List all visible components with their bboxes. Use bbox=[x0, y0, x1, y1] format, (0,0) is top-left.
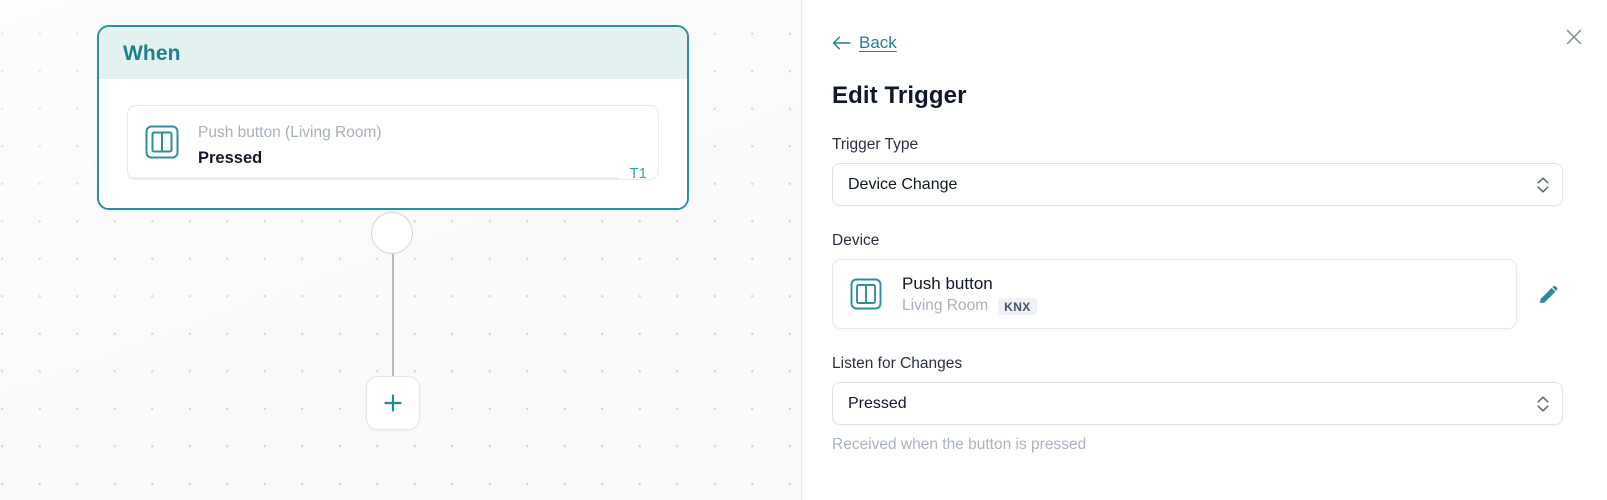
chevron-updown-icon bbox=[1537, 396, 1549, 412]
field-device: Device Push button Living Room KNX bbox=[832, 232, 1563, 330]
trigger-device-text: Push button (Living Room) Pressed bbox=[198, 122, 642, 169]
push-button-icon bbox=[144, 124, 180, 160]
trigger-type-select[interactable]: Device Change bbox=[832, 163, 1563, 206]
trigger-device-subtitle: Push button (Living Room) bbox=[198, 124, 382, 141]
trigger-device-chip[interactable]: Push button (Living Room) Pressed T1 bbox=[127, 105, 659, 183]
trigger-device-state: Pressed bbox=[198, 148, 263, 167]
pencil-icon bbox=[1539, 285, 1557, 303]
trigger-card-title: When bbox=[123, 42, 181, 65]
back-button[interactable]: Back bbox=[832, 33, 897, 53]
listen-help-text: Received when the button is pressed bbox=[832, 436, 1087, 454]
push-button-icon bbox=[849, 277, 883, 311]
device-row-wrapper: Push button Living Room KNX bbox=[832, 259, 1563, 330]
device-room: Living Room bbox=[902, 297, 989, 315]
device-meta: Living Room KNX bbox=[902, 297, 1037, 315]
listen-select[interactable]: Pressed bbox=[832, 382, 1563, 426]
close-panel-button[interactable] bbox=[1559, 22, 1589, 52]
device-row[interactable]: Push button Living Room KNX bbox=[832, 259, 1517, 330]
close-icon bbox=[1566, 29, 1582, 45]
panel-title: Edit Trigger bbox=[832, 82, 967, 109]
trigger-card-header: When bbox=[99, 27, 687, 79]
trigger-card-body: Push button (Living Room) Pressed T1 bbox=[99, 79, 687, 209]
connector-handle[interactable] bbox=[371, 212, 413, 254]
listen-label: Listen for Changes bbox=[832, 355, 963, 373]
back-button-label: Back bbox=[859, 33, 897, 52]
trigger-type-label: Trigger Type bbox=[832, 136, 919, 153]
device-row-text: Push button Living Room KNX bbox=[902, 273, 1037, 315]
edit-device-button[interactable] bbox=[1533, 279, 1563, 309]
trigger-reference-tag: T1 bbox=[629, 165, 647, 183]
edit-trigger-panel: Back Edit Trigger Trigger Type Device Ch… bbox=[801, 0, 1607, 500]
field-trigger-type: Trigger Type Device Change bbox=[832, 136, 1563, 206]
trigger-chip-underline bbox=[129, 177, 618, 180]
trigger-type-value: Device Change bbox=[848, 175, 958, 193]
plus-icon bbox=[384, 394, 402, 412]
automation-editor: When Push button (Living Room) Pressed T… bbox=[0, 0, 1607, 500]
field-listen-for-changes: Listen for Changes Pressed Received when… bbox=[832, 355, 1563, 454]
device-label: Device bbox=[832, 232, 880, 249]
listen-value: Pressed bbox=[848, 394, 907, 412]
add-step-button[interactable] bbox=[366, 376, 420, 430]
arrow-left-icon bbox=[832, 36, 851, 50]
chevron-updown-icon bbox=[1537, 176, 1549, 193]
protocol-badge: KNX bbox=[998, 297, 1037, 315]
trigger-card[interactable]: When Push button (Living Room) Pressed T… bbox=[97, 25, 689, 211]
connector-line bbox=[392, 252, 394, 376]
device-name: Push button bbox=[902, 274, 993, 293]
flow-canvas[interactable]: When Push button (Living Room) Pressed T… bbox=[0, 0, 801, 500]
